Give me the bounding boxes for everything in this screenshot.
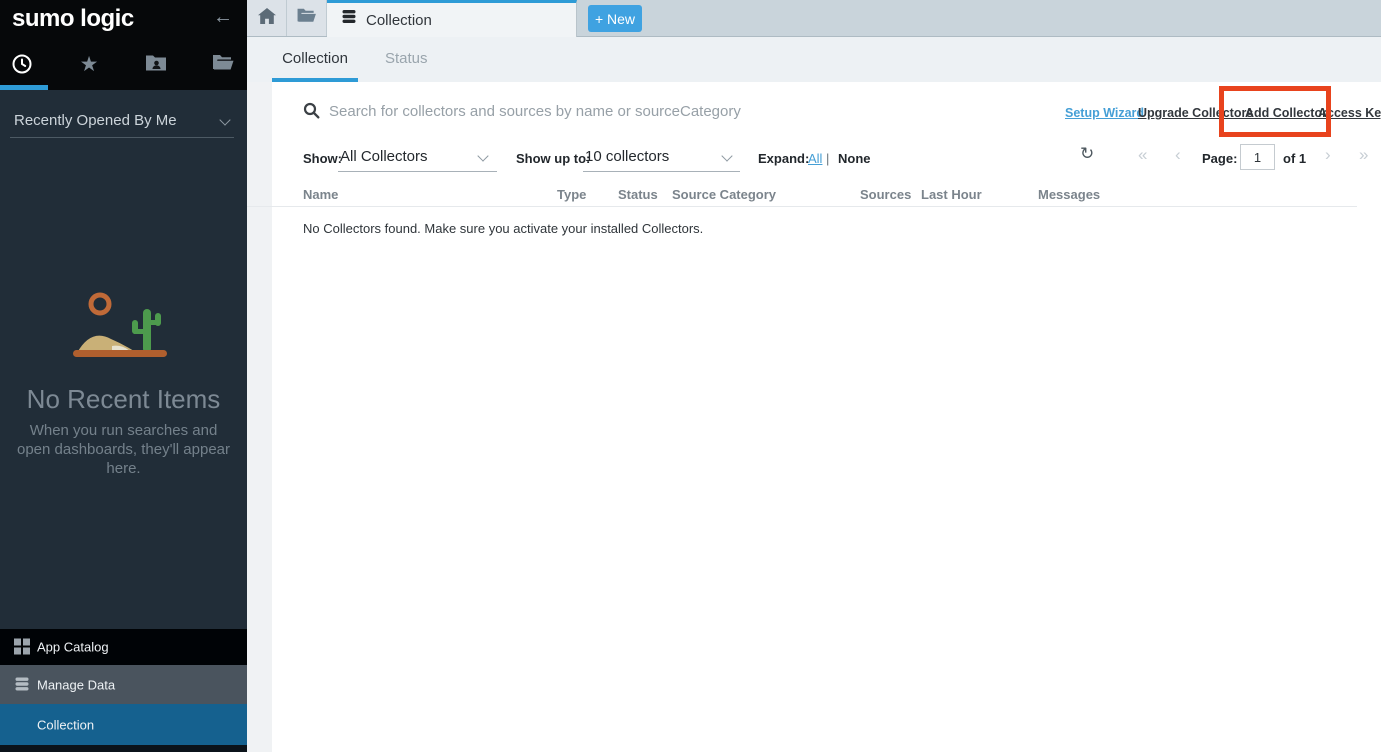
show-up-to-dropdown[interactable]: 10 collectors — [585, 148, 669, 165]
column-header-type: Type — [557, 187, 586, 202]
collectors-table-header: Name Type Status Source Category Sources… — [247, 182, 1357, 207]
sidebar: sumo logic ← ★ Recently Opened By Me — [0, 0, 247, 752]
expand-separator: | — [826, 151, 829, 166]
library-tab-button[interactable] — [287, 0, 327, 36]
chevron-down-icon — [721, 150, 732, 161]
sidebar-item-app-catalog[interactable]: App Catalog — [0, 629, 247, 665]
expand-none-link[interactable]: None — [838, 151, 871, 166]
document-tab-bar: Collection + New — [247, 0, 1381, 37]
page-tabs: Collection Status — [247, 37, 1381, 82]
tab-collection-view[interactable]: Collection — [272, 37, 358, 82]
sidebar-item-label: Manage Data — [37, 677, 115, 692]
column-header-name: Name — [303, 187, 338, 202]
recent-filter-label: Recently Opened By Me — [14, 112, 177, 129]
sidebar-item-manage-data[interactable]: Manage Data — [0, 665, 247, 704]
search-icon — [303, 102, 320, 124]
show-filter-label: Show: — [303, 151, 342, 166]
page-label: Page: — [1202, 151, 1237, 166]
home-tab-button[interactable] — [247, 0, 287, 36]
setup-wizard-link[interactable]: Setup Wizard — [1065, 106, 1144, 120]
last-page-button[interactable]: » — [1359, 145, 1368, 165]
database-icon — [341, 9, 357, 31]
first-page-button[interactable]: « — [1138, 145, 1147, 165]
open-folder-icon — [296, 7, 317, 29]
library-nav-button[interactable] — [211, 53, 235, 77]
empty-table-message: No Collectors found. Make sure you activ… — [303, 221, 703, 236]
tab-label: Collection — [366, 12, 432, 29]
column-header-messages: Messages — [1038, 187, 1100, 202]
expand-all-link[interactable]: All — [808, 151, 822, 166]
app-logo: sumo logic — [12, 5, 134, 33]
divider — [10, 137, 234, 138]
dropdown-underline — [583, 171, 740, 172]
favorites-nav-button[interactable]: ★ — [77, 53, 101, 77]
chevron-down-icon — [219, 114, 230, 125]
search-input[interactable] — [329, 94, 949, 128]
show-up-to-label: Show up to: — [516, 151, 590, 166]
sidebar-item-collection[interactable]: Collection — [0, 704, 247, 745]
recent-items-nav-button[interactable] — [10, 53, 34, 77]
chevron-down-icon — [477, 150, 488, 161]
sidebar-footer-strip — [0, 745, 247, 752]
sidebar-item-label: Collection — [37, 717, 94, 732]
tab-collection[interactable]: Collection — [327, 0, 577, 37]
new-button[interactable]: + New — [588, 5, 642, 32]
column-header-status: Status — [618, 187, 658, 202]
column-header-source-category: Source Category — [672, 187, 776, 202]
page-of-label: of 1 — [1283, 151, 1306, 166]
no-recent-items-title: No Recent Items — [0, 384, 247, 415]
refresh-button[interactable]: ↻ — [1080, 144, 1094, 164]
no-recent-items-description: When you run searches and open dashboard… — [12, 421, 235, 478]
column-header-last-hour: Last Hour — [921, 187, 982, 202]
desert-illustration — [55, 283, 195, 368]
shared-content-nav-button[interactable] — [144, 53, 168, 77]
next-page-button[interactable]: › — [1325, 145, 1331, 165]
recent-filter-dropdown[interactable]: Recently Opened By Me — [0, 104, 247, 138]
page-number-input[interactable] — [1240, 144, 1275, 170]
folder-person-icon — [145, 60, 167, 77]
clock-icon — [11, 62, 33, 79]
expand-label: Expand: — [758, 151, 809, 166]
sidebar-header: sumo logic ← ★ — [0, 0, 247, 90]
star-icon: ★ — [80, 53, 99, 76]
column-header-sources: Sources — [860, 187, 911, 202]
show-filter-dropdown[interactable]: All Collectors — [340, 148, 428, 165]
database-icon — [14, 676, 31, 693]
annotation-highlight-box — [1219, 86, 1331, 137]
sidebar-collapse-button[interactable]: ← — [213, 6, 233, 29]
grid-icon — [14, 639, 31, 656]
dropdown-underline — [338, 171, 497, 172]
tab-status-view[interactable]: Status — [385, 37, 428, 82]
home-icon — [258, 8, 276, 29]
active-nav-indicator — [0, 85, 48, 90]
sidebar-item-label: App Catalog — [37, 640, 109, 655]
open-folder-icon — [212, 59, 234, 76]
previous-page-button[interactable]: ‹ — [1175, 145, 1181, 165]
collection-panel: Setup Wizard Upgrade Collectors Add Coll… — [247, 82, 1381, 752]
